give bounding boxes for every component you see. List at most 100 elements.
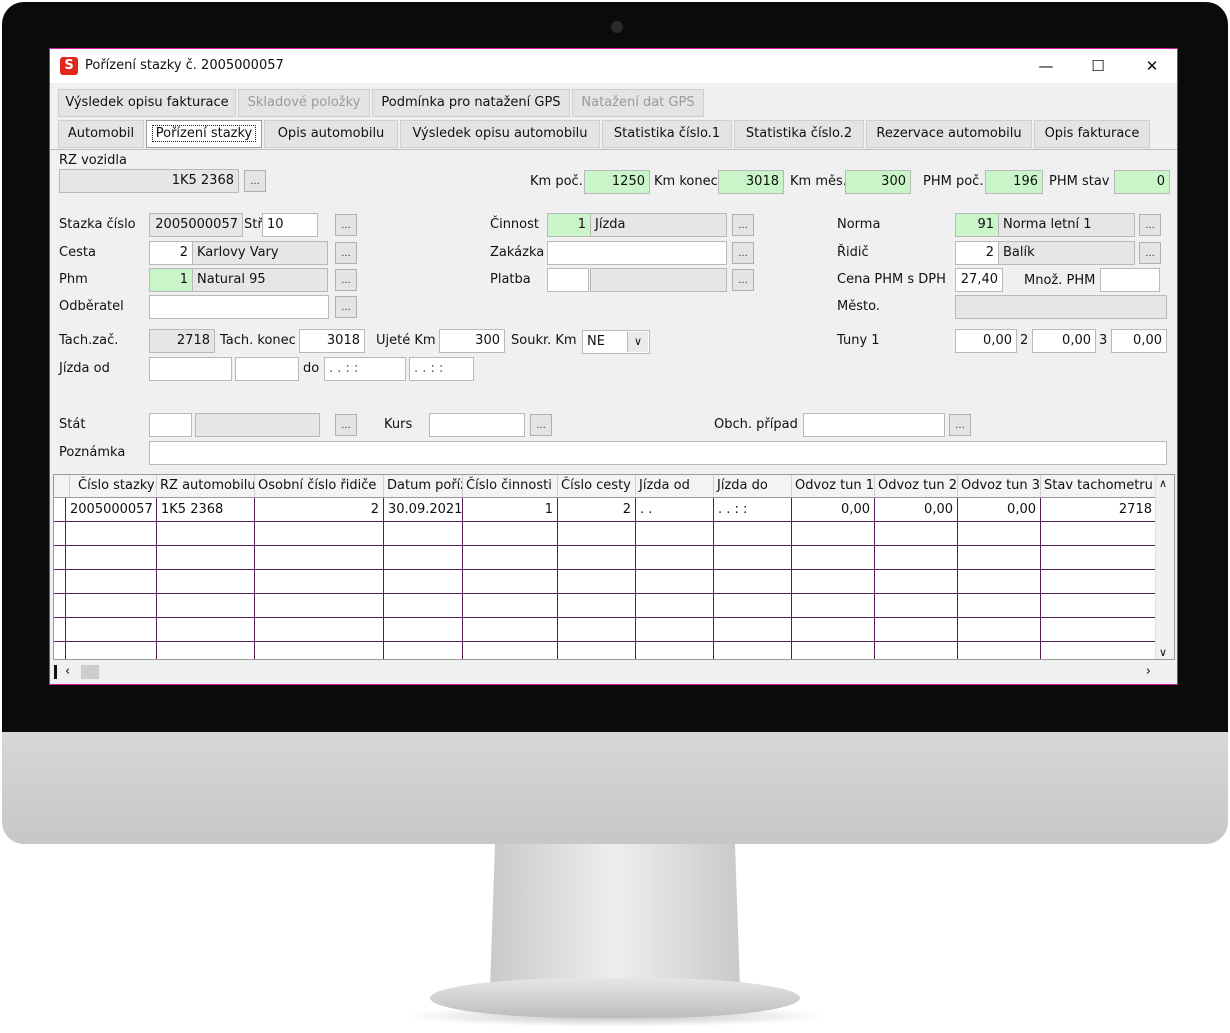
col-header[interactable]: Číslo stazky — [75, 475, 157, 497]
col-header[interactable]: Odvoz tun 3 — [958, 475, 1041, 497]
horizontal-scrollbar[interactable]: ‹ › — [53, 662, 1175, 682]
cell[interactable] — [384, 594, 463, 618]
cell[interactable]: 2 — [255, 498, 384, 522]
scroll-left-icon[interactable]: ‹ — [65, 664, 70, 679]
cell[interactable] — [66, 618, 157, 642]
cell[interactable] — [558, 594, 636, 618]
phm-stav-field[interactable]: 0 — [1114, 170, 1170, 194]
cell[interactable] — [463, 546, 558, 570]
col-header[interactable]: Číslo cesty — [558, 475, 636, 497]
cell[interactable] — [636, 522, 714, 546]
cell[interactable] — [636, 594, 714, 618]
cell[interactable] — [463, 642, 558, 659]
cell[interactable] — [875, 570, 958, 594]
cell[interactable] — [255, 618, 384, 642]
cell[interactable] — [255, 594, 384, 618]
soukr-km-select[interactable]: NE ∨ — [582, 330, 650, 354]
cell[interactable] — [875, 594, 958, 618]
cell[interactable] — [463, 570, 558, 594]
scroll-up-icon[interactable]: ∧ — [1159, 477, 1167, 490]
km-mes-field[interactable]: 300 — [845, 170, 911, 194]
cell[interactable] — [714, 594, 792, 618]
cell[interactable] — [558, 642, 636, 659]
obch-pripad-field[interactable] — [803, 413, 945, 437]
cell[interactable] — [157, 618, 255, 642]
cell[interactable] — [792, 522, 875, 546]
cell[interactable]: 0,00 — [792, 498, 875, 522]
tab-vysledek-opisu-fakturace[interactable]: Výsledek opisu fakturace — [58, 89, 236, 117]
cell[interactable] — [255, 642, 384, 659]
minimize-button[interactable]: — — [1026, 51, 1066, 81]
tab-opis-fakturace[interactable]: Opis fakturace — [1034, 120, 1150, 148]
cell[interactable] — [875, 546, 958, 570]
jizda-do-time-field[interactable]: . . : : — [409, 357, 474, 381]
obch-pripad-lookup-button[interactable]: ... — [949, 414, 971, 436]
col-header[interactable]: Číslo činnosti — [463, 475, 558, 497]
cell[interactable] — [792, 570, 875, 594]
tab-automobil[interactable]: Automobil — [58, 120, 144, 148]
scroll-down-icon[interactable]: ∨ — [1159, 646, 1167, 659]
norma-lookup-button[interactable]: ... — [1139, 214, 1161, 236]
col-header[interactable]: Odvoz tun 1 — [792, 475, 875, 497]
cell[interactable] — [558, 618, 636, 642]
kurs-field[interactable] — [429, 413, 525, 437]
row-selector[interactable] — [54, 546, 66, 570]
cell[interactable] — [1041, 546, 1157, 570]
chevron-down-icon[interactable]: ∨ — [627, 332, 648, 352]
cell[interactable] — [558, 522, 636, 546]
cell[interactable] — [636, 618, 714, 642]
kurs-lookup-button[interactable]: ... — [530, 414, 552, 436]
cesta-num-field[interactable]: 2 — [149, 241, 193, 265]
cell[interactable] — [384, 642, 463, 659]
rz-field[interactable]: 1K5 2368 — [59, 169, 239, 193]
cell[interactable] — [255, 522, 384, 546]
ridic-num-field[interactable]: 2 — [955, 241, 999, 265]
norma-num-field[interactable]: 91 — [955, 213, 999, 237]
cell[interactable] — [958, 546, 1041, 570]
mnoz-phm-field[interactable] — [1100, 268, 1160, 292]
poznamka-field[interactable] — [149, 441, 1167, 465]
zakazka-lookup-button[interactable]: ... — [732, 242, 754, 264]
tuny2-field[interactable]: 0,00 — [1032, 329, 1096, 353]
stat-lookup-button[interactable]: ... — [335, 414, 357, 436]
cell[interactable] — [157, 522, 255, 546]
ujete-km-field[interactable]: 300 — [439, 329, 505, 353]
phm-poc-field[interactable]: 196 — [985, 170, 1043, 194]
cell[interactable] — [66, 570, 157, 594]
jizda-od-date-field[interactable] — [149, 357, 232, 381]
cell[interactable] — [1041, 642, 1157, 659]
cell[interactable]: 2005000057 — [66, 498, 157, 522]
platba-lookup-button[interactable]: ... — [732, 269, 754, 291]
tach-konec-field[interactable]: 3018 — [299, 329, 365, 353]
cell[interactable] — [958, 570, 1041, 594]
row-selector[interactable] — [54, 570, 66, 594]
cell[interactable] — [1041, 594, 1157, 618]
cell[interactable]: 2 — [558, 498, 636, 522]
cell[interactable] — [958, 618, 1041, 642]
cell[interactable] — [875, 642, 958, 659]
tab-statistika-1[interactable]: Statistika číslo.1 — [602, 120, 732, 148]
phm-num-field[interactable]: 1 — [149, 268, 193, 292]
tab-statistika-2[interactable]: Statistika číslo.2 — [734, 120, 864, 148]
cell[interactable] — [558, 546, 636, 570]
cell[interactable] — [255, 546, 384, 570]
cell[interactable] — [792, 642, 875, 659]
tab-skladove-polozky[interactable]: Skladové položky — [238, 89, 370, 117]
cell[interactable] — [66, 546, 157, 570]
cell[interactable] — [157, 642, 255, 659]
cell[interactable] — [463, 594, 558, 618]
col-header[interactable]: RZ automobilu — [157, 475, 255, 497]
odberatel-lookup-button[interactable]: ... — [335, 296, 357, 318]
stazka-field[interactable]: 2005000057 — [149, 213, 243, 237]
cell[interactable] — [157, 546, 255, 570]
cell[interactable]: . . : : — [714, 498, 792, 522]
cell[interactable] — [66, 642, 157, 659]
cena-phm-field[interactable]: 27,40 — [955, 268, 1003, 292]
row-selector[interactable] — [54, 642, 66, 659]
row-selector[interactable] — [54, 594, 66, 618]
cell[interactable]: . . — [636, 498, 714, 522]
cell[interactable] — [1041, 522, 1157, 546]
cell[interactable] — [792, 594, 875, 618]
jizda-od-time-field[interactable] — [235, 357, 299, 381]
cell[interactable] — [792, 618, 875, 642]
